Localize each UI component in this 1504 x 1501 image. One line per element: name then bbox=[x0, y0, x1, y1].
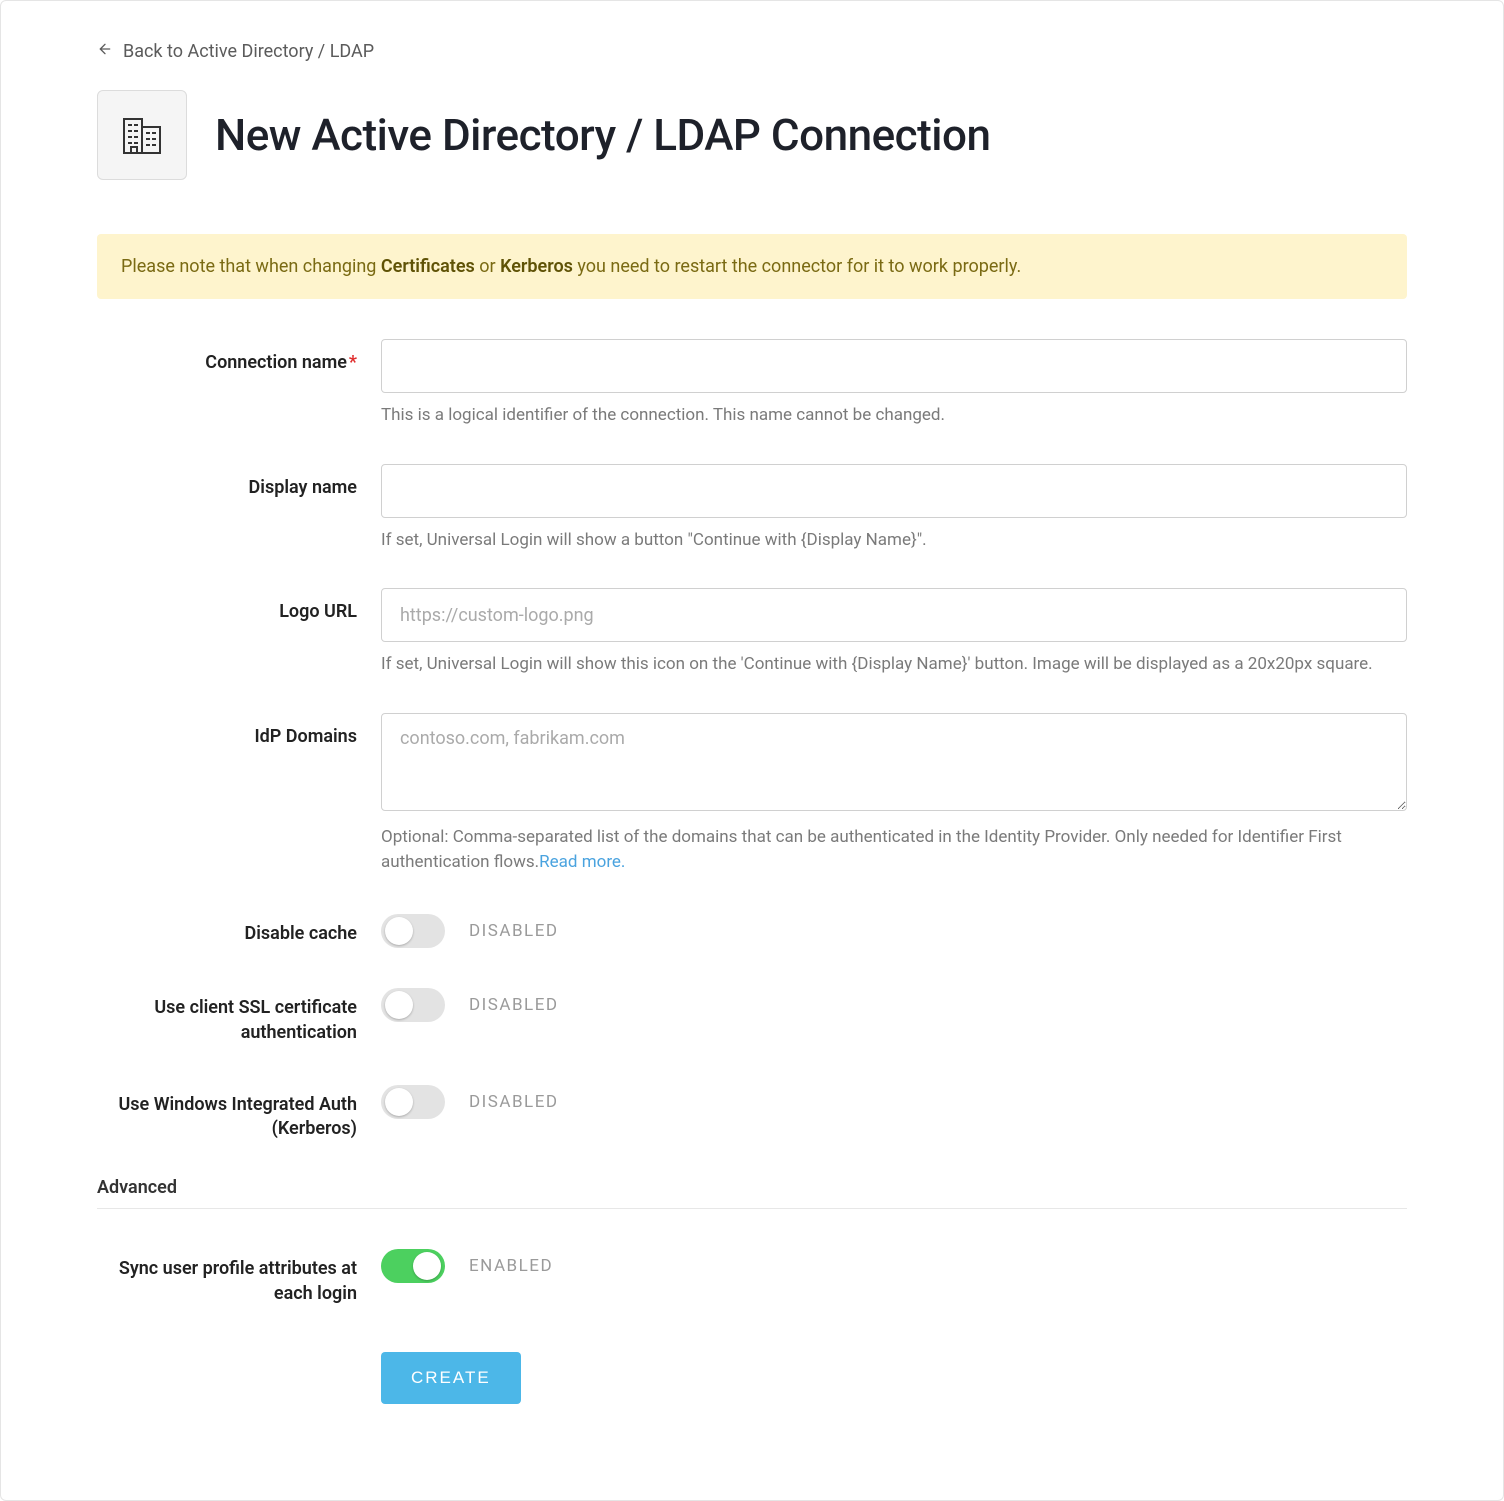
back-link[interactable]: Back to Active Directory / LDAP bbox=[97, 41, 374, 62]
connection-name-input[interactable] bbox=[381, 339, 1407, 393]
disable-cache-label: Disable cache bbox=[97, 910, 381, 946]
display-name-label: Display name bbox=[97, 464, 381, 500]
create-button[interactable]: CREATE bbox=[381, 1352, 521, 1404]
field-connection-name: Connection name* This is a logical ident… bbox=[97, 339, 1407, 428]
logo-url-input[interactable] bbox=[381, 588, 1407, 642]
disable-cache-status: DISABLED bbox=[469, 921, 559, 941]
kerberos-toggle[interactable] bbox=[381, 1085, 445, 1119]
read-more-link[interactable]: Read more. bbox=[539, 852, 625, 872]
field-logo-url: Logo URL If set, Universal Login will sh… bbox=[97, 588, 1407, 677]
toggle-knob bbox=[413, 1252, 441, 1280]
disable-cache-toggle[interactable] bbox=[381, 914, 445, 948]
required-marker: * bbox=[349, 352, 357, 373]
kerberos-status: DISABLED bbox=[469, 1092, 559, 1112]
toggle-knob bbox=[385, 917, 413, 945]
kerberos-label: Use Windows Integrated Auth (Kerberos) bbox=[97, 1081, 381, 1142]
field-display-name: Display name If set, Universal Login wil… bbox=[97, 464, 1407, 553]
idp-domains-input[interactable] bbox=[381, 713, 1407, 811]
idp-domains-label: IdP Domains bbox=[97, 713, 381, 749]
page-title: New Active Directory / LDAP Connection bbox=[215, 109, 990, 161]
field-kerberos: Use Windows Integrated Auth (Kerberos) D… bbox=[97, 1081, 1407, 1142]
sync-profile-status: ENABLED bbox=[469, 1256, 553, 1276]
notice-banner: Please note that when changing Certifica… bbox=[97, 234, 1407, 299]
back-link-label: Back to Active Directory / LDAP bbox=[123, 41, 374, 62]
client-ssl-status: DISABLED bbox=[469, 995, 559, 1015]
toggle-knob bbox=[385, 1088, 413, 1116]
logo-url-label: Logo URL bbox=[97, 588, 381, 624]
sync-profile-label: Sync user profile attributes at each log… bbox=[97, 1245, 381, 1306]
page-header: New Active Directory / LDAP Connection bbox=[97, 90, 1407, 180]
client-ssl-label: Use client SSL certificate authenticatio… bbox=[97, 984, 381, 1045]
actions-row: CREATE bbox=[97, 1342, 1407, 1404]
connection-name-hint: This is a logical identifier of the conn… bbox=[381, 403, 1407, 428]
idp-domains-hint: Optional: Comma-separated list of the do… bbox=[381, 825, 1407, 874]
buildings-icon bbox=[97, 90, 187, 180]
page-container: Back to Active Directory / LDAP New Acti… bbox=[0, 0, 1504, 1501]
sync-profile-toggle[interactable] bbox=[381, 1249, 445, 1283]
toggle-knob bbox=[385, 991, 413, 1019]
client-ssl-toggle[interactable] bbox=[381, 988, 445, 1022]
connection-name-label: Connection name* bbox=[97, 339, 381, 375]
display-name-input[interactable] bbox=[381, 464, 1407, 518]
arrow-left-icon bbox=[97, 41, 113, 62]
field-disable-cache: Disable cache DISABLED bbox=[97, 910, 1407, 948]
field-client-ssl: Use client SSL certificate authenticatio… bbox=[97, 984, 1407, 1045]
display-name-hint: If set, Universal Login will show a butt… bbox=[381, 528, 1407, 553]
logo-url-hint: If set, Universal Login will show this i… bbox=[381, 652, 1407, 677]
field-sync-profile: Sync user profile attributes at each log… bbox=[97, 1245, 1407, 1306]
field-idp-domains: IdP Domains Optional: Comma-separated li… bbox=[97, 713, 1407, 874]
advanced-section-heading: Advanced bbox=[97, 1177, 1407, 1209]
